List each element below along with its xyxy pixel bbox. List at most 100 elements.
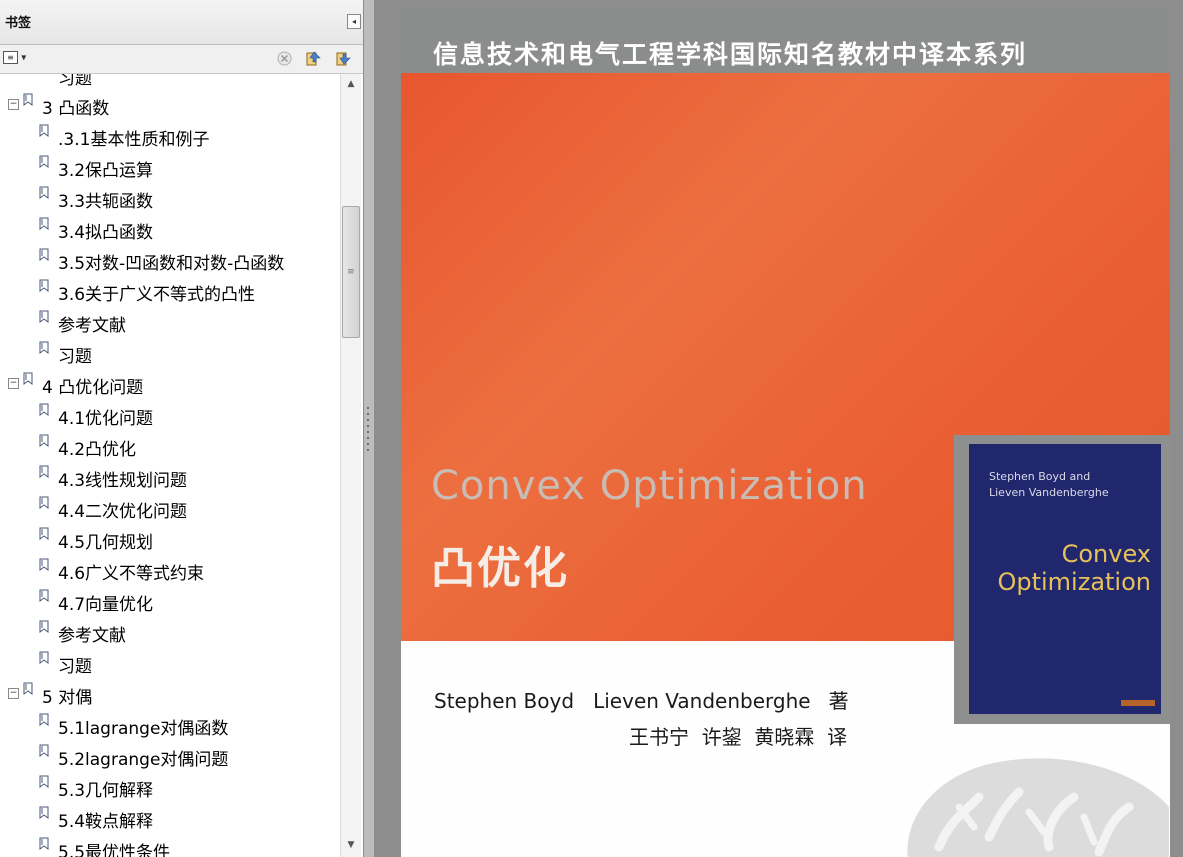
bookmark-label: 4.5几何规划 <box>58 533 154 553</box>
bookmark-label: 3.4拟凸函数 <box>58 223 154 243</box>
bookmark-item[interactable]: 5.4鞍点解释 <box>0 803 340 834</box>
bookmark-item[interactable]: 3.5对数-凹函数和对数-凸函数 <box>0 245 340 276</box>
bookmark-icon <box>39 775 49 788</box>
bookmark-item[interactable]: 5.2lagrange对偶问题 <box>0 741 340 772</box>
bookmark-item[interactable]: 4.7向量优化 <box>0 586 340 617</box>
bookmark-label: 5.4鞍点解释 <box>58 812 154 832</box>
pdf-page: 信息技术和电气工程学科国际知名教材中译本系列 Convex Optimizati… <box>401 7 1170 857</box>
bookmark-label: 3.6关于广义不等式的凸性 <box>58 285 256 305</box>
english-title: Convex Optimization <box>431 463 868 509</box>
bookmark-icon <box>39 124 49 137</box>
bookmark-icon <box>39 589 49 602</box>
bookmark-item[interactable]: 习题 <box>0 338 340 369</box>
bookmark-item[interactable]: 5.1lagrange对偶函数 <box>0 710 340 741</box>
bookmark-item[interactable]: − 4 凸优化问题 <box>0 369 340 400</box>
bookmark-item[interactable]: − 3 凸函数 <box>0 90 340 121</box>
collapse-panel-button[interactable]: ◂ <box>347 14 361 29</box>
scroll-up-arrow-icon[interactable]: ▲ <box>344 77 358 91</box>
grip-icon: ≡ <box>347 267 355 277</box>
panel-header: 书签 ◂ <box>0 0 363 45</box>
splitter-grip-icon <box>367 407 369 451</box>
bookmark-item[interactable]: 4.3线性规划问题 <box>0 462 340 493</box>
bookmark-item[interactable]: 4.2凸优化 <box>0 431 340 462</box>
bookmark-item[interactable]: 4.5几何规划 <box>0 524 340 555</box>
bookmark-item[interactable]: 5.3几何解释 <box>0 772 340 803</box>
bookmark-item[interactable]: .3.1基本性质和例子 <box>0 121 340 152</box>
bookmark-icon <box>39 713 49 726</box>
bookmark-item[interactable]: 3.2保凸运算 <box>0 152 340 183</box>
chinese-title: 凸优化 <box>431 543 569 594</box>
panel-splitter[interactable] <box>364 0 374 857</box>
bookmark-item[interactable]: 4.6广义不等式约束 <box>0 555 340 586</box>
new-bookmark-icon[interactable] <box>335 50 352 67</box>
bookmark-icon <box>39 837 49 850</box>
bookmark-label: 3 凸函数 <box>42 99 110 119</box>
bookmark-item[interactable]: 3.4拟凸函数 <box>0 214 340 245</box>
bookmark-item[interactable]: − 5 对偶 <box>0 679 340 710</box>
bookmark-icon <box>39 744 49 757</box>
bookmark-label: 3.5对数-凹函数和对数-凸函数 <box>58 254 285 274</box>
bookmark-label: 习题 <box>58 347 92 367</box>
bookmark-item[interactable]: 3.6关于广义不等式的凸性 <box>0 276 340 307</box>
authors-line: Stephen Boyd Lieven Vandenberghe 著 <box>434 685 849 714</box>
bookmark-item[interactable]: 习题 <box>0 648 340 679</box>
bookmark-scrollbar[interactable]: ▲ ≡ ▼ <box>340 74 361 857</box>
series-band: 信息技术和电气工程学科国际知名教材中译本系列 <box>401 7 1170 73</box>
scroll-thumb[interactable]: ≡ <box>342 206 360 338</box>
options-menu-button[interactable]: ≡ ▾ <box>3 51 27 65</box>
publisher-logo <box>1121 700 1155 706</box>
bookmark-label: 4 凸优化问题 <box>42 378 144 398</box>
bookmark-label: 5.5最优性条件 <box>58 843 171 857</box>
bookmark-label: 3.2保凸运算 <box>58 161 154 181</box>
document-view[interactable]: 信息技术和电气工程学科国际知名教材中译本系列 Convex Optimizati… <box>374 0 1183 857</box>
bookmark-label: .3.1基本性质和例子 <box>58 130 210 150</box>
options-icon: ≡ <box>3 51 18 64</box>
bookmark-item[interactable]: 4.1优化问题 <box>0 400 340 431</box>
authors-suffix: 著 <box>828 689 849 713</box>
bookmark-icon <box>39 186 49 199</box>
bookmark-icon <box>23 93 33 106</box>
bookmark-icon <box>39 558 49 571</box>
collapse-toggle-icon[interactable]: − <box>8 688 19 699</box>
bookmark-label: 习题 <box>58 657 92 677</box>
bookmark-icon <box>23 682 33 695</box>
collapse-toggle-icon[interactable]: − <box>8 99 19 110</box>
watermark-seal-icon <box>907 758 1169 857</box>
bookmark-label: 5.3几何解释 <box>58 781 154 801</box>
bookmark-label: 5.1lagrange对偶函数 <box>58 719 229 739</box>
bookmark-label: 5 对偶 <box>42 688 93 708</box>
scroll-down-arrow-icon[interactable]: ▼ <box>344 838 358 852</box>
translators: 王书宁 许鋆 黄晓霖 译 <box>629 725 848 749</box>
bookmark-label: 3.3共轭函数 <box>58 192 154 212</box>
bookmark-icon <box>39 465 49 478</box>
delete-bookmark-icon[interactable] <box>276 50 293 67</box>
authors: Stephen Boyd Lieven Vandenberghe <box>434 689 811 713</box>
bookmark-icon <box>39 806 49 819</box>
bookmark-label: 习题 <box>58 74 92 89</box>
bookmark-label: 参考文献 <box>58 316 126 336</box>
bookmark-item[interactable]: 3.3共轭函数 <box>0 183 340 214</box>
original-cover-title: Convex Optimization <box>997 540 1151 596</box>
bookmark-icon <box>39 310 49 323</box>
bookmark-item[interactable]: 5.5最优性条件 <box>0 834 340 857</box>
dropdown-arrow-icon: ▾ <box>21 52 27 64</box>
bookmark-item[interactable]: 习题 <box>0 74 340 91</box>
bookmark-label: 5.2lagrange对偶问题 <box>58 750 229 770</box>
bookmark-item[interactable]: 4.4二次优化问题 <box>0 493 340 524</box>
bookmark-label: 4.4二次优化问题 <box>58 502 188 522</box>
series-title: 信息技术和电气工程学科国际知名教材中译本系列 <box>433 40 1028 69</box>
bookmark-icon <box>39 403 49 416</box>
bookmark-tree: 习题 − 3 凸函数 .3.1基本性质和例子 3.2保凸运算 3.3共轭函数 3… <box>0 74 340 857</box>
bookmark-icon <box>39 620 49 633</box>
bookmark-item[interactable]: 参考文献 <box>0 617 340 648</box>
collapse-toggle-icon[interactable]: − <box>8 378 19 389</box>
bookmark-icon <box>39 155 49 168</box>
bookmark-icon <box>39 341 49 354</box>
bookmark-label: 4.6广义不等式约束 <box>58 564 205 584</box>
bookmarks-toolbar: ≡ ▾ <box>0 45 363 74</box>
bookmark-item[interactable]: 参考文献 <box>0 307 340 338</box>
bookmark-icon <box>39 279 49 292</box>
panel-title: 书签 <box>5 16 32 31</box>
expand-bookmark-icon[interactable] <box>305 50 322 67</box>
bookmark-label: 4.3线性规划问题 <box>58 471 188 491</box>
